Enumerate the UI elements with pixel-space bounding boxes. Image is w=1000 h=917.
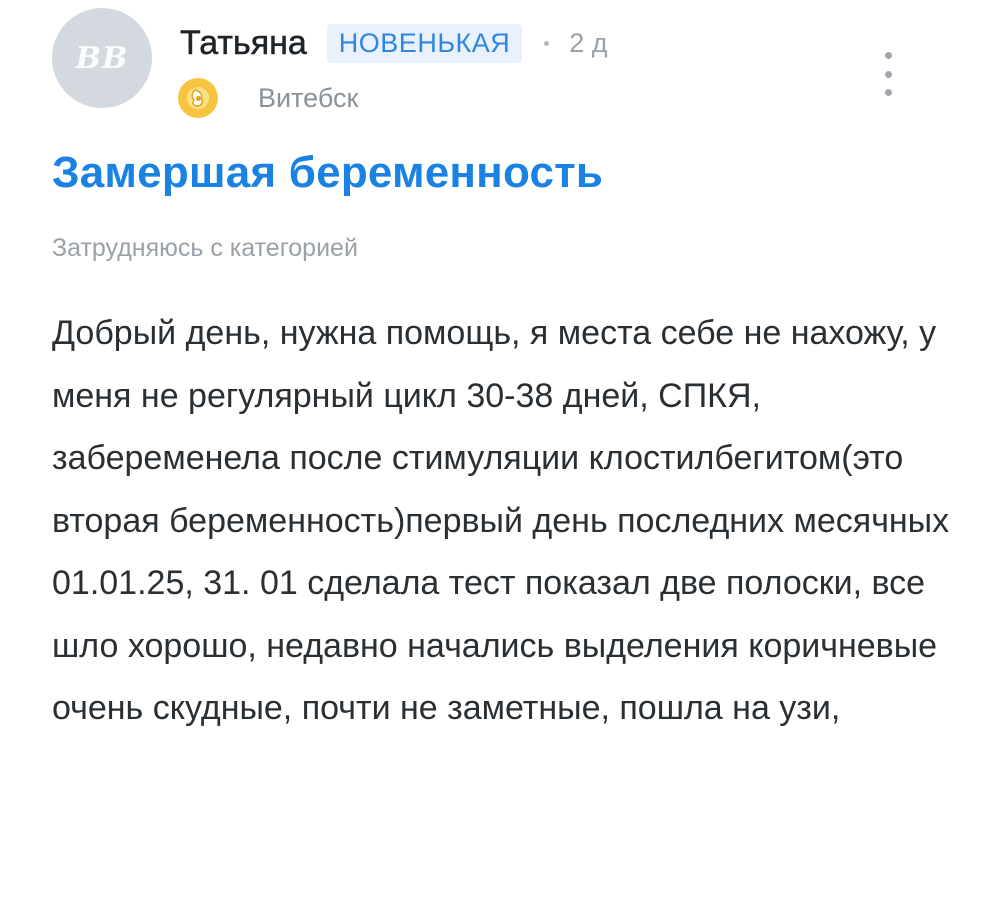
post-category[interactable]: Затрудняюсь с категорией [52, 234, 358, 263]
author-city: Витебск [258, 82, 359, 113]
more-dot [884, 89, 892, 96]
pregnancy-icon [178, 78, 218, 118]
post-header: BB Татьяна НОВЕНЬКАЯ 2 д Витебск [52, 8, 952, 118]
post-page: BB Татьяна НОВЕНЬКАЯ 2 д Витебск Замерша… [0, 0, 1000, 917]
post-title[interactable]: Замершая беременность [52, 148, 603, 198]
post-body: Добрый день, нужна помощь, я места себе … [52, 314, 950, 727]
post-time: 2 д [569, 27, 608, 58]
author-row: Татьяна НОВЕНЬКАЯ 2 д [180, 18, 608, 68]
more-dot [884, 52, 892, 59]
author-meta-row: Витебск [178, 76, 358, 120]
dot-separator [544, 40, 550, 46]
more-options-icon[interactable] [876, 52, 900, 96]
more-dot [884, 70, 892, 78]
avatar[interactable]: BB [52, 8, 152, 108]
author-name[interactable]: Татьяна [180, 23, 307, 63]
status-badge: НОВЕНЬКАЯ [326, 23, 523, 63]
avatar-initials: BB [75, 40, 129, 76]
